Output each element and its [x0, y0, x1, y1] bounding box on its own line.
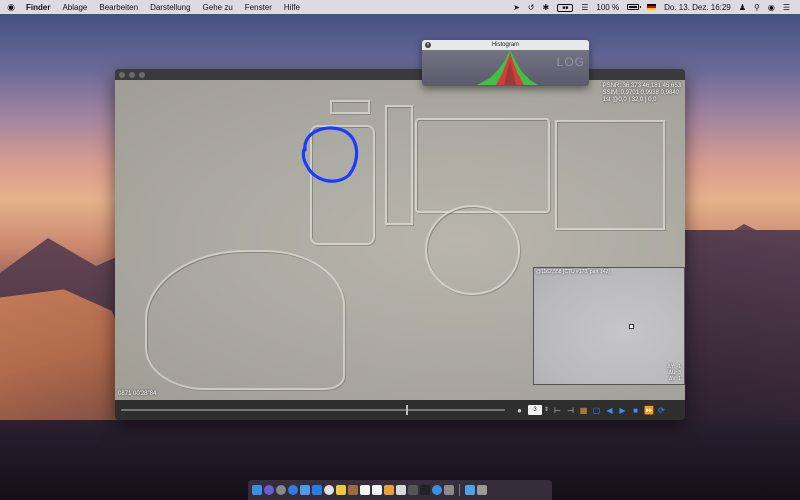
relief-shape	[145, 250, 345, 390]
app-store-icon[interactable]	[312, 485, 322, 495]
siri-dock-icon[interactable]	[264, 485, 274, 495]
delta-v: ΔV: 1	[668, 376, 681, 382]
notes-icon[interactable]	[336, 485, 346, 495]
mark-out-icon[interactable]: ⊣	[566, 406, 575, 415]
terminal-icon[interactable]	[420, 485, 430, 495]
zoom-inset[interactable]: @1162,558 [CTU #178, part 142] ΔY: -1 ΔU…	[533, 267, 685, 385]
color-palette-icon[interactable]: ▦	[579, 406, 588, 415]
time-machine-icon[interactable]: ↺	[524, 3, 539, 12]
trash-icon[interactable]	[477, 485, 487, 495]
menu-extras: ➤ ↺ ✱ ■■ ☰ 100 % Do. 13. Dez. 16:29 ♟ ⚲ …	[509, 0, 800, 14]
play-icon[interactable]: ▶	[618, 406, 627, 415]
user-icon[interactable]: ♟	[735, 3, 750, 12]
first-text: 1st @0,0 | 32,0 | 0,0	[602, 97, 657, 103]
display-tag-icon[interactable]: ■■	[553, 2, 577, 12]
histogram-log-label[interactable]: LOG	[557, 55, 585, 69]
histogram-title: Histogram	[491, 42, 520, 48]
spotlight-search-icon[interactable]: ⚲	[750, 3, 764, 12]
apple-icon[interactable]: ◉	[0, 2, 22, 13]
relief-shape	[415, 118, 550, 213]
bluetooth-icon[interactable]: ✱	[538, 3, 553, 12]
inset-deltas: ΔY: -1 ΔU: 3 ΔV: 1	[667, 364, 681, 382]
frame-step-field[interactable]: 3	[528, 405, 542, 415]
window-titlebar[interactable]: dark_slomo.yuv (vs. dar	[115, 69, 685, 80]
downloads-folder-icon[interactable]	[465, 485, 475, 495]
psnr-text: PSNR: 36,373 46,181 45,653	[602, 83, 681, 89]
stop-icon[interactable]: ■	[631, 406, 640, 415]
safari-icon[interactable]	[288, 485, 298, 495]
playback-controls: ● 3 ⇕ ⊢ ⊣ ▦ ▢ ◀ ▶ ■ ⏩ ⟳	[115, 400, 685, 420]
compare-view-icon[interactable]: ▢	[592, 406, 601, 415]
menu-ablage[interactable]: Ablage	[56, 3, 93, 12]
contacts-icon[interactable]	[348, 485, 358, 495]
relief-shape	[385, 105, 413, 225]
metrics-overlay: PSNR: 36,373 46,181 45,653 SSIM: 0,9701 …	[603, 83, 681, 104]
video-frame[interactable]: PSNR: 36,373 46,181 45,653 SSIM: 0,9701 …	[115, 80, 685, 400]
timecode: 0871 00'28"84	[118, 391, 157, 397]
utility-icon[interactable]	[444, 485, 454, 495]
video-window: dark_slomo.yuv (vs. dar PSNR: 36,373 46,…	[115, 69, 685, 420]
menu-gehe-zu[interactable]: Gehe zu	[197, 3, 239, 12]
finder-icon[interactable]	[252, 485, 262, 495]
siri-icon[interactable]: ◉	[764, 3, 779, 12]
notification-center-icon[interactable]: ☰	[779, 3, 794, 12]
mark-in-icon[interactable]: ⊢	[553, 406, 562, 415]
timeline-thumb[interactable]	[406, 405, 408, 415]
menu-app-name[interactable]: Finder	[22, 3, 56, 12]
battery-percent[interactable]: 100 %	[592, 3, 623, 12]
stepper-icon[interactable]: ⇕	[544, 406, 549, 415]
repeat-icon[interactable]: ⟳	[657, 406, 666, 415]
timeline-slider[interactable]	[121, 405, 505, 415]
histogram-panel[interactable]: × Histogram LOG	[422, 40, 589, 86]
pages-icon[interactable]	[384, 485, 394, 495]
relief-shape	[425, 205, 520, 295]
yuview-icon[interactable]	[432, 485, 442, 495]
chrome-icon[interactable]	[324, 485, 334, 495]
photos-icon[interactable]	[408, 485, 418, 495]
wifi-icon[interactable]: ☰	[577, 3, 592, 12]
location-icon[interactable]: ➤	[509, 3, 524, 12]
step-forward-icon[interactable]: ⏩	[644, 406, 654, 415]
pixel-marker	[629, 324, 634, 329]
mail-icon[interactable]	[300, 485, 310, 495]
calendar-icon[interactable]	[360, 485, 370, 495]
annotation-circle	[301, 126, 359, 183]
ssim-text: SSIM: 0,9701 0,9938 0,9840	[602, 90, 679, 96]
histogram-close-icon[interactable]: ×	[425, 42, 431, 48]
relief-shape	[555, 120, 665, 230]
reminders-icon[interactable]	[372, 485, 382, 495]
menu-darstellung[interactable]: Darstellung	[144, 3, 196, 12]
relief-shape	[330, 100, 370, 114]
step-back-icon[interactable]: ◀	[605, 406, 614, 415]
menu-bearbeiten[interactable]: Bearbeiten	[93, 3, 144, 12]
menu-hilfe[interactable]: Hilfe	[278, 3, 306, 12]
window-title: dark_slomo.yuv (vs. dar	[115, 69, 685, 80]
speed-dial-icon[interactable]: ●	[515, 406, 524, 415]
clock[interactable]: Do. 13. Dez. 16:29	[660, 3, 735, 12]
inset-title: @1162,558 [CTU #178, part 142]	[536, 269, 610, 275]
launchpad-icon[interactable]	[276, 485, 286, 495]
input-source-flag-icon[interactable]	[643, 3, 660, 12]
battery-icon[interactable]	[623, 3, 643, 12]
menu-bar: ◉ Finder Ablage Bearbeiten Darstellung G…	[0, 0, 800, 14]
dock-separator	[459, 484, 460, 496]
menu-fenster[interactable]: Fenster	[239, 3, 278, 12]
histogram-titlebar[interactable]: × Histogram	[422, 40, 589, 50]
dock	[248, 480, 552, 500]
preview-icon[interactable]	[396, 485, 406, 495]
